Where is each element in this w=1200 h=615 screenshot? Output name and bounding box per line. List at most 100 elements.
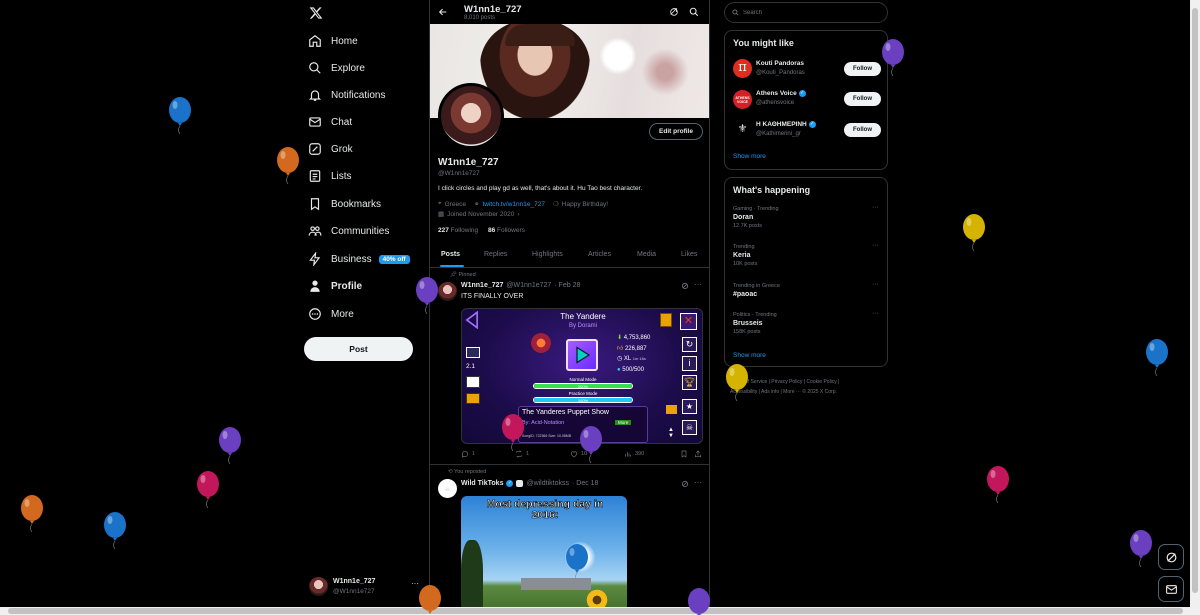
repost-button[interactable]: 1: [515, 450, 529, 458]
search-input[interactable]: [743, 9, 883, 16]
footer-line-2[interactable]: Accessibility | Ads info | More ··· © 20…: [730, 387, 890, 397]
horizontal-scrollbar[interactable]: [0, 607, 1200, 615]
verified-icon: ✓: [808, 121, 816, 128]
footer-links[interactable]: Terms of Service | Privacy Policy | Cook…: [730, 377, 890, 397]
x-logo-icon[interactable]: [309, 6, 323, 20]
trend-meta: Trending in Greece: [733, 283, 780, 289]
account-handle: @W1nn1e727: [333, 588, 375, 595]
post-avatar[interactable]: [438, 282, 457, 301]
bell-icon: [308, 90, 322, 101]
repost-author-avatar[interactable]: 🔒︎: [438, 479, 457, 498]
nav-grok[interactable]: Grok: [308, 138, 353, 160]
edit-profile-button[interactable]: Edit profile: [649, 123, 703, 140]
post-more-icon[interactable]: ···: [694, 280, 702, 289]
nav-home-label: Home: [331, 35, 358, 47]
post-date[interactable]: · Feb 28: [554, 282, 580, 289]
tab-replies[interactable]: Replies: [484, 251, 507, 258]
nav-more[interactable]: More: [308, 303, 354, 325]
bookmark-icon[interactable]: [680, 450, 688, 458]
nav-communities[interactable]: Communities: [308, 220, 389, 242]
nav-lists[interactable]: Lists: [308, 165, 352, 187]
grok-analyze-icon[interactable]: [669, 7, 679, 17]
suggestions-show-more[interactable]: Show more: [733, 153, 766, 160]
post-author-name[interactable]: W1nn1e_727: [461, 282, 503, 289]
tab-highlights[interactable]: Highlights: [532, 251, 563, 258]
follow-button[interactable]: Follow: [844, 62, 881, 76]
vertical-scrollbar-thumb[interactable]: [1192, 8, 1198, 593]
kathimerini-avatar[interactable]: ⚜: [733, 120, 752, 139]
post-author-handle: @W1nn1e727: [506, 282, 552, 289]
footer-line-1[interactable]: Terms of Service | Privacy Policy | Cook…: [730, 377, 890, 387]
tab-posts[interactable]: Posts: [441, 251, 460, 258]
nav-grok-label: Grok: [331, 143, 353, 155]
nav-business[interactable]: Business 40% off: [308, 248, 410, 270]
following-link[interactable]: 227 Following: [438, 227, 478, 234]
vertical-scrollbar[interactable]: [1190, 0, 1200, 607]
trend-item[interactable]: Trending in Greece #paoac: [733, 283, 873, 298]
pin-icon: 📌︎: [450, 272, 457, 278]
nav-explore-label: Explore: [331, 62, 365, 74]
profile-avatar[interactable]: [438, 83, 504, 149]
side-value: 2.1: [466, 363, 476, 370]
calendar-icon: ▦: [438, 211, 445, 218]
followers-link[interactable]: 86 Followers: [488, 227, 525, 234]
post-button[interactable]: Post: [304, 337, 413, 361]
banner-flowers: [640, 42, 690, 102]
views-button[interactable]: 390: [624, 450, 644, 458]
following-label: Following: [450, 227, 479, 234]
trends-show-more[interactable]: Show more: [733, 352, 766, 359]
trend-more-icon[interactable]: ···: [872, 242, 879, 249]
search-icon[interactable]: [689, 7, 699, 17]
trend-item[interactable]: Trending Keria 10K posts: [733, 244, 873, 267]
athens-voice-avatar[interactable]: ATHENS VOICE: [733, 90, 752, 109]
account-switcher[interactable]: W1nn1e_727 @W1nn1e727 ···: [309, 576, 421, 598]
suggestion-name[interactable]: Athens Voice: [756, 90, 797, 97]
search-bar[interactable]: [724, 2, 888, 23]
image-caption: Most depressing day in 2016:: [486, 498, 604, 521]
suggestion-name[interactable]: Kouti Pandoras: [756, 60, 804, 67]
follow-button[interactable]: Follow: [844, 123, 881, 137]
grok-floating-button[interactable]: [1158, 544, 1184, 570]
tab-likes[interactable]: Likes: [681, 251, 697, 258]
balloon-yellow: [963, 214, 985, 251]
tab-articles[interactable]: Articles: [588, 251, 611, 258]
nav-bookmarks[interactable]: Bookmarks: [308, 193, 381, 215]
trend-item[interactable]: Politics · Trending Brusseis 158K posts: [733, 312, 873, 335]
tab-media[interactable]: Media: [637, 251, 656, 258]
trend-more-icon[interactable]: ···: [872, 281, 879, 288]
trend-name: Keria: [733, 252, 751, 259]
suggestions-title: You might like: [733, 38, 794, 48]
post-image-sky[interactable]: Most depressing day in 2016:: [461, 496, 627, 615]
communities-icon: [308, 226, 322, 236]
nav-notifications[interactable]: Notifications: [308, 84, 385, 106]
suggestions-card: You might like π Kouti Pandoras @Kouti_P…: [724, 30, 888, 170]
nav-home[interactable]: Home: [308, 30, 358, 52]
messages-floating-button[interactable]: [1158, 576, 1184, 602]
trend-more-icon[interactable]: ···: [872, 204, 879, 211]
refresh-icon: ↻: [682, 337, 697, 352]
post-image-game[interactable]: The Yandere By Dorami ✕ ⬇ 4,753,860 👍︎ 2…: [461, 308, 703, 444]
horizontal-scrollbar-thumb[interactable]: [8, 608, 1183, 614]
profile-link[interactable]: twitch.tv/w1nn1e_727: [482, 201, 545, 208]
grok-analyze-icon[interactable]: [681, 282, 689, 290]
nav-profile[interactable]: Profile: [308, 275, 362, 297]
grok-analyze-icon[interactable]: [681, 480, 689, 488]
kouti-pandoras-avatar[interactable]: π: [733, 59, 752, 78]
repost-date[interactable]: · Dec 18: [572, 480, 598, 487]
follow-button[interactable]: Follow: [844, 92, 881, 106]
nav-chat[interactable]: Chat: [308, 111, 352, 133]
nav-explore[interactable]: Explore: [308, 57, 365, 79]
repost-more-icon[interactable]: ···: [694, 478, 702, 487]
trend-item[interactable]: Gaming · Trending Doran 12.7K posts: [733, 206, 873, 229]
balloon-orange: [21, 495, 43, 532]
normal-mode-percent: 100%: [577, 384, 589, 389]
back-arrow-icon[interactable]: [438, 7, 448, 17]
suggestion-name[interactable]: Η ΚΑΘΗΜΕΡΙΝΗ: [756, 121, 807, 128]
balloon-purple: [688, 588, 710, 615]
repost-author-name[interactable]: Wild TikToks: [461, 480, 503, 487]
copy-icon: [466, 347, 480, 358]
share-icon[interactable]: [694, 450, 702, 458]
reply-button[interactable]: 1: [461, 450, 475, 458]
balloon-blue: [169, 97, 191, 134]
trend-more-icon[interactable]: ···: [872, 310, 879, 317]
